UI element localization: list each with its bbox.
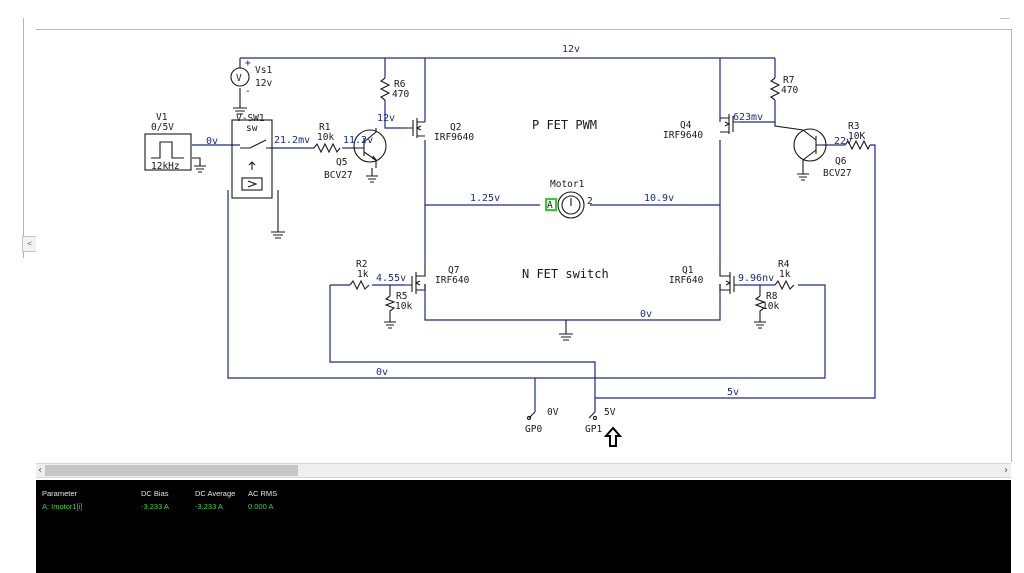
q5-transistor[interactable] xyxy=(353,128,387,168)
result-parameter[interactable]: A: Imotor1[i] xyxy=(42,502,82,511)
r6 xyxy=(379,77,391,101)
ground-bus-voltage: 0v xyxy=(640,309,652,320)
rail-12v-label: 12v xyxy=(562,44,580,55)
gp1-value: 5V xyxy=(604,407,616,418)
v1-value: 0/5V xyxy=(151,122,174,133)
header-dc-bias: DC Bias xyxy=(141,489,169,498)
vs1-source[interactable]: V + - xyxy=(230,58,251,97)
gp1-line-voltage: 5v xyxy=(727,387,739,398)
v1-frequency: 12kHz xyxy=(151,161,180,172)
q1-nmos[interactable] xyxy=(719,266,740,294)
r8-value: 10k xyxy=(762,301,779,312)
horizontal-scrollbar[interactable]: ‹ › xyxy=(36,463,1011,478)
vs1-value: 12v xyxy=(255,78,272,89)
q5-base-voltage: 11.2v xyxy=(343,135,373,146)
q7-nmos[interactable] xyxy=(405,266,426,294)
r2 xyxy=(349,279,370,291)
q4-gate-voltage: 623mv xyxy=(733,112,763,123)
q2-type: IRF9640 xyxy=(434,132,474,143)
gp0-name: GP0 xyxy=(525,424,542,435)
v1-out-voltage: 0v xyxy=(206,136,218,147)
voltage-labels: 12v 0v 21.2mv 11.2v 12v 623mv 22v 1.25v … xyxy=(206,44,852,398)
result-ac-rms: 0.000 A xyxy=(248,502,274,511)
probe-terminals xyxy=(526,411,598,421)
schematic-diagram[interactable]: V + - V1 0/5V 12kHz Vs1 12v V-SW1 sw R1 … xyxy=(0,0,1024,460)
q2-gate-voltage: 12v xyxy=(377,113,395,124)
q6-type: BCV27 xyxy=(823,168,852,179)
vs1-name: Vs1 xyxy=(255,65,272,76)
nfet-title: N FET switch xyxy=(522,267,609,281)
cursor-arrow-icon xyxy=(603,426,623,447)
r5 xyxy=(384,295,396,314)
svg-text:-: - xyxy=(245,86,251,97)
motor-pin-2: 2 xyxy=(587,196,593,207)
q2-pmos[interactable] xyxy=(407,118,425,138)
motor-pin-a: A xyxy=(547,200,553,211)
motor-right-voltage: 10.9v xyxy=(644,193,674,204)
r4 xyxy=(774,279,795,291)
pfet-title: P FET PWM xyxy=(532,118,597,132)
q6-base-voltage: 22v xyxy=(834,136,852,147)
q6-transistor[interactable] xyxy=(774,122,827,166)
wires xyxy=(192,57,876,412)
results-panel: Parameter DC Bias DC Average AC RMS A: I… xyxy=(36,480,1011,573)
q1-gate-voltage: 9.96nv xyxy=(738,273,774,284)
q4-type: IRF9640 xyxy=(663,130,703,141)
r7-value: 470 xyxy=(781,85,798,96)
gp0-value: 0V xyxy=(547,407,559,418)
gp0-line-voltage: 0v xyxy=(376,367,388,378)
motor-left-voltage: 1.25v xyxy=(470,193,500,204)
q7-gate-voltage: 4.55v xyxy=(376,273,406,284)
sw-out-voltage: 21.2mv xyxy=(274,135,310,146)
header-parameter: Parameter xyxy=(42,489,78,498)
scroll-thumb[interactable] xyxy=(45,465,298,476)
r1-value: 10k xyxy=(317,132,334,143)
r1 xyxy=(313,142,341,154)
q1-type: IRF640 xyxy=(669,275,704,286)
motor-name: Motor1 xyxy=(550,179,585,190)
ground-symbols xyxy=(192,157,809,341)
q6-name: Q6 xyxy=(835,156,847,167)
scroll-left-arrow-icon[interactable]: ‹ xyxy=(38,464,42,477)
r2-value: 1k xyxy=(357,269,369,280)
svg-text:+: + xyxy=(245,58,251,69)
r4-value: 1k xyxy=(779,269,791,280)
gp1-name: GP1 xyxy=(585,424,602,435)
header-ac-rms: AC RMS xyxy=(248,489,278,498)
r5-value: 10k xyxy=(395,301,412,312)
sw1-type: sw xyxy=(246,123,258,134)
result-dc-bias: -3.233 A xyxy=(141,502,169,511)
header-dc-average: DC Average xyxy=(195,489,236,498)
q7-type: IRF640 xyxy=(435,275,470,286)
scroll-right-arrow-icon[interactable]: › xyxy=(1004,464,1008,477)
r6-value: 470 xyxy=(392,89,409,100)
q5-name: Q5 xyxy=(336,157,347,168)
svg-text:V: V xyxy=(236,73,242,84)
r7 xyxy=(769,77,781,101)
result-dc-average: -3.233 A xyxy=(195,502,223,511)
q5-type: BCV27 xyxy=(324,170,353,181)
